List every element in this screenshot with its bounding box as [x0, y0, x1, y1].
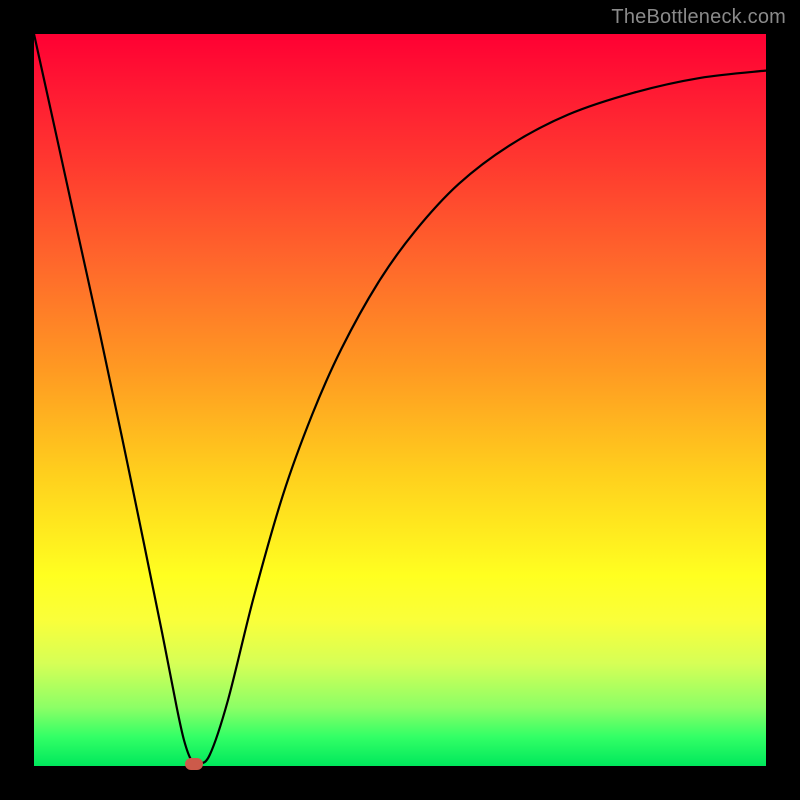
watermark-text: TheBottleneck.com	[611, 6, 786, 29]
bottleneck-curve	[34, 34, 766, 766]
chart-frame: TheBottleneck.com	[0, 0, 800, 800]
chart-plot-area	[34, 34, 766, 766]
curve-path	[34, 34, 766, 764]
optimum-marker	[185, 758, 203, 770]
